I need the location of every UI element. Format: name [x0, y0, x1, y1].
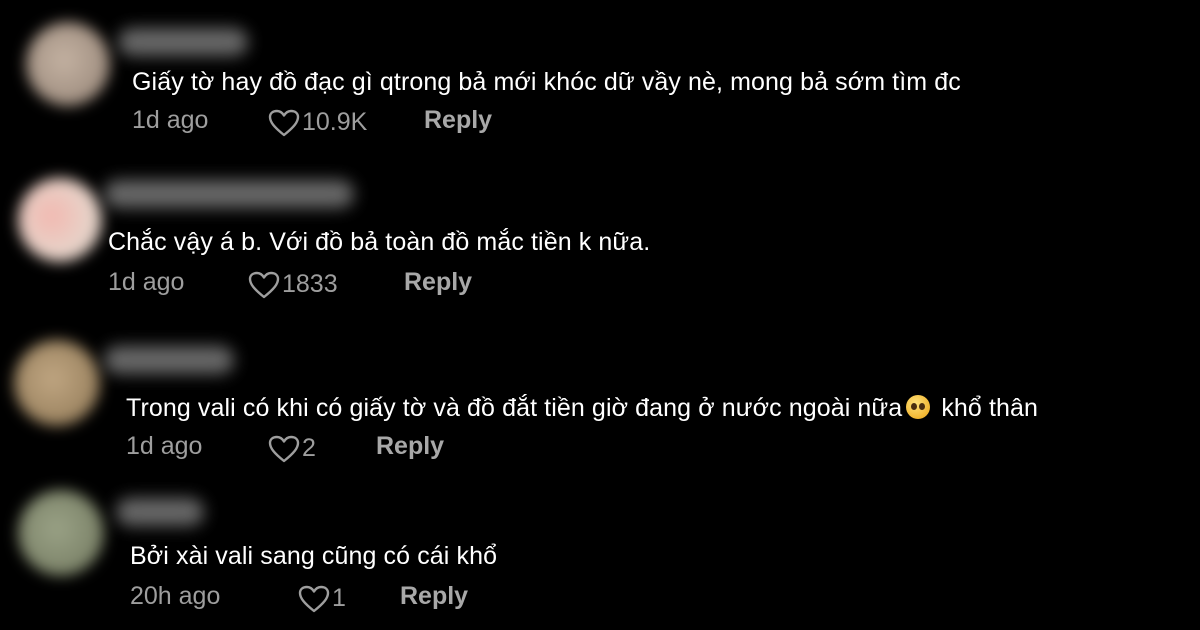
reply-button[interactable]: Reply: [404, 268, 472, 297]
comment-time: 1d ago: [126, 432, 203, 460]
heart-outline-icon: [268, 109, 300, 136]
avatar[interactable]: [18, 490, 104, 576]
like-count: 1: [332, 584, 346, 612]
reply-button[interactable]: Reply: [400, 582, 468, 611]
username-blurred[interactable]: [104, 180, 354, 208]
avatar[interactable]: [18, 178, 102, 262]
like-count: 2: [302, 434, 316, 462]
comment-time: 1d ago: [108, 268, 185, 296]
comment-text-part: Trong vali có khi có giấy tờ và đồ đắt t…: [126, 394, 903, 422]
avatar[interactable]: [26, 22, 110, 106]
comment-text: Giấy tờ hay đồ đạc gì qtrong bả mới khóc…: [132, 68, 961, 96]
like-button[interactable]: 2: [268, 434, 316, 463]
like-button[interactable]: 10.9K: [268, 108, 367, 137]
heart-outline-icon: [298, 585, 330, 612]
comment-text: Bởi xài vali sang cũng có cái khổ: [130, 542, 498, 570]
comment-time: 1d ago: [132, 106, 209, 134]
comment-text: Trong vali có khi có giấy tờ và đồ đắt t…: [126, 394, 1038, 423]
comment-text: Chắc vậy á b. Với đồ bả toàn đồ mắc tiền…: [108, 228, 651, 256]
username-blurred[interactable]: [104, 346, 234, 374]
username-blurred[interactable]: [116, 498, 204, 526]
comment-text-part: khổ thân: [934, 394, 1039, 422]
username-blurred[interactable]: [118, 28, 248, 56]
like-count: 10.9K: [302, 108, 368, 136]
heart-outline-icon: [268, 435, 300, 462]
pleading-face-emoji-icon: [906, 395, 931, 419]
comment-time: 20h ago: [130, 582, 221, 610]
like-button[interactable]: 1833: [248, 270, 338, 299]
reply-button[interactable]: Reply: [424, 106, 492, 135]
avatar[interactable]: [14, 340, 100, 426]
reply-button[interactable]: Reply: [376, 432, 444, 461]
heart-outline-icon: [248, 271, 280, 298]
like-button[interactable]: 1: [298, 584, 346, 613]
like-count: 1833: [282, 270, 338, 298]
